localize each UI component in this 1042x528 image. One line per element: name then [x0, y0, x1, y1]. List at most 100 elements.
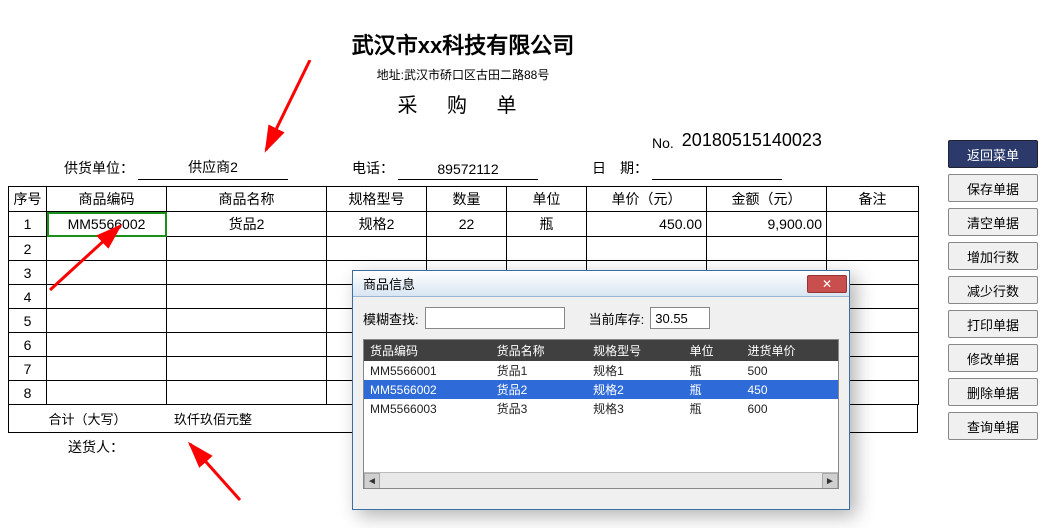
table-cell[interactable] [507, 237, 587, 261]
fuzzy-input[interactable] [425, 307, 565, 329]
list-cell: 瓶 [684, 361, 742, 380]
list-cell: MM5566001 [364, 361, 491, 380]
phone-label: 电话： [348, 156, 398, 180]
delete-button[interactable]: 删除单据 [948, 378, 1038, 406]
doc-title: 采 购 单 [8, 89, 918, 118]
table-cell[interactable] [587, 237, 707, 261]
list-item[interactable]: MM5566003货品3规格3瓶600 [364, 399, 838, 418]
fuzzy-label: 模糊查找: [363, 309, 419, 328]
list-cell: 瓶 [684, 399, 742, 418]
table-cell[interactable]: 4 [9, 285, 47, 309]
table-cell[interactable]: 450.00 [587, 212, 707, 237]
dlg-col-name: 货品名称 [491, 340, 588, 361]
list-cell: MM5566002 [364, 380, 491, 399]
stock-label: 当前库存: [589, 309, 645, 328]
dlg-col-unit: 单位 [684, 340, 742, 361]
phone-value[interactable]: 89572112 [398, 159, 538, 180]
table-cell[interactable] [47, 261, 167, 285]
back-menu-button[interactable]: 返回菜单 [948, 140, 1038, 168]
clear-button[interactable]: 清空单据 [948, 208, 1038, 236]
supplier-value[interactable]: 供应商2 [138, 155, 288, 180]
table-cell[interactable]: 1 [9, 212, 47, 237]
action-panel: 返回菜单 保存单据 清空单据 增加行数 减少行数 打印单据 修改单据 删除单据 … [948, 140, 1038, 440]
table-header: 序号 商品编码 商品名称 规格型号 数量 单位 单价（元） 金额（元） 备注 [9, 187, 919, 212]
table-cell[interactable] [707, 237, 827, 261]
table-cell[interactable]: 3 [9, 261, 47, 285]
product-info-dialog: 商品信息 ✕ 模糊查找: 当前库存: 货品编码 货品名称 规格型号 单位 进货单… [352, 270, 850, 510]
product-list[interactable]: 货品编码 货品名称 规格型号 单位 进货单价 MM5566001货品1规格1瓶5… [363, 339, 839, 489]
stock-input[interactable] [650, 307, 710, 329]
table-cell[interactable]: 8 [9, 381, 47, 405]
list-cell: 600 [741, 399, 838, 418]
table-cell[interactable] [47, 357, 167, 381]
table-cell[interactable] [167, 261, 327, 285]
table-cell[interactable]: 规格2 [327, 212, 427, 237]
query-button[interactable]: 查询单据 [948, 412, 1038, 440]
dlg-col-price: 进货单价 [741, 340, 838, 361]
no-label: No. [648, 133, 678, 153]
table-cell[interactable] [47, 285, 167, 309]
dialog-hscrollbar[interactable]: ◄ ► [364, 472, 838, 488]
list-item[interactable]: MM5566002货品2规格2瓶450 [364, 380, 838, 399]
list-cell: 规格2 [587, 380, 684, 399]
table-cell[interactable] [167, 333, 327, 357]
table-cell[interactable] [167, 309, 327, 333]
add-row-button[interactable]: 增加行数 [948, 242, 1038, 270]
scroll-right-icon[interactable]: ► [822, 473, 838, 489]
list-item[interactable]: MM5566001货品1规格1瓶500 [364, 361, 838, 380]
table-cell[interactable]: MM5566002 [47, 212, 167, 237]
list-cell: 货品1 [491, 361, 588, 380]
company-address: 地址:武汉市硚口区古田二路88号 [8, 66, 918, 83]
table-row[interactable]: 1MM5566002货品2规格222瓶450.009,900.00 [9, 212, 919, 237]
company-title: 武汉市xx科技有限公司 [8, 28, 918, 60]
list-cell: 货品3 [491, 399, 588, 418]
supplier-label: 供货单位： [60, 156, 138, 180]
list-cell: 规格1 [587, 361, 684, 380]
table-cell[interactable] [47, 381, 167, 405]
col-idx: 序号 [9, 187, 47, 212]
table-cell[interactable] [167, 285, 327, 309]
table-cell[interactable]: 2 [9, 237, 47, 261]
table-cell[interactable] [47, 333, 167, 357]
col-code: 商品编码 [47, 187, 167, 212]
table-cell[interactable] [327, 237, 427, 261]
list-cell: 规格3 [587, 399, 684, 418]
scroll-left-icon[interactable]: ◄ [364, 473, 380, 489]
list-cell: 瓶 [684, 380, 742, 399]
table-cell[interactable]: 5 [9, 309, 47, 333]
table-cell[interactable]: 9,900.00 [707, 212, 827, 237]
list-cell: 450 [741, 380, 838, 399]
col-price: 单价（元） [587, 187, 707, 212]
no-value: 20180515140023 [678, 128, 826, 153]
table-row[interactable]: 2 [9, 237, 919, 261]
table-cell[interactable]: 瓶 [507, 212, 587, 237]
remove-row-button[interactable]: 减少行数 [948, 276, 1038, 304]
print-button[interactable]: 打印单据 [948, 310, 1038, 338]
date-label: 日 期： [588, 156, 652, 180]
col-qty: 数量 [427, 187, 507, 212]
table-cell[interactable] [167, 357, 327, 381]
col-spec: 规格型号 [327, 187, 427, 212]
table-cell[interactable] [47, 237, 167, 261]
close-icon[interactable]: ✕ [807, 275, 847, 293]
save-button[interactable]: 保存单据 [948, 174, 1038, 202]
col-name: 商品名称 [167, 187, 327, 212]
table-cell[interactable]: 22 [427, 212, 507, 237]
table-cell[interactable]: 7 [9, 357, 47, 381]
table-cell[interactable] [827, 212, 919, 237]
table-cell[interactable] [167, 237, 327, 261]
date-value[interactable] [652, 175, 782, 180]
table-cell[interactable]: 6 [9, 333, 47, 357]
table-cell[interactable] [427, 237, 507, 261]
list-cell: 货品2 [491, 380, 588, 399]
table-cell[interactable] [167, 381, 327, 405]
col-amount: 金额（元） [707, 187, 827, 212]
dlg-col-code: 货品编码 [364, 340, 491, 361]
modify-button[interactable]: 修改单据 [948, 344, 1038, 372]
col-remark: 备注 [827, 187, 919, 212]
table-cell[interactable] [827, 237, 919, 261]
col-unit: 单位 [507, 187, 587, 212]
table-cell[interactable] [47, 309, 167, 333]
dialog-title: 商品信息 [363, 274, 415, 293]
table-cell[interactable]: 货品2 [167, 212, 327, 237]
